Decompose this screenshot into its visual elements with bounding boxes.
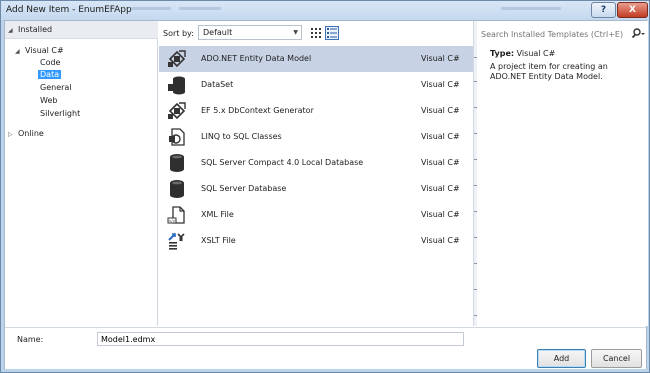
close-button[interactable]: X [617, 2, 648, 18]
tree-item-label: Visual C# [25, 46, 64, 55]
splitter-grip [474, 107, 477, 108]
details-pane: Type: Visual C# A project item for creat… [478, 21, 648, 326]
dbcontext-generator-icon [168, 102, 186, 120]
list-view-icon [327, 28, 337, 38]
splitter-grip [474, 57, 477, 58]
list-view-button[interactable] [325, 26, 339, 40]
help-button[interactable]: ? [591, 2, 616, 18]
tree-item-label: Web [40, 96, 58, 105]
tree-item-label: Online [18, 129, 44, 138]
tree-item-code[interactable]: Code [40, 57, 60, 69]
tree-item-visual-csharp[interactable]: ◢ Visual C# [15, 45, 64, 57]
splitter-grip [474, 289, 477, 290]
tree-header[interactable]: ◢ Installed [5, 21, 158, 39]
template-name: LINQ to SQL Classes [201, 132, 282, 141]
tree-item-online[interactable]: ▷ Online [8, 128, 44, 140]
type-value: Visual C# [516, 49, 556, 58]
template-item-sql-server-database[interactable]: SQL Server Database Visual C# [159, 176, 473, 202]
title-bar-ghost-text [501, 7, 561, 10]
database-icon [170, 180, 184, 198]
dataset-icon [168, 76, 185, 95]
splitter-grip [474, 81, 477, 82]
template-item-xml-file[interactable]: </> XML File Visual C# [159, 202, 473, 228]
tree-item-label: Code [40, 58, 61, 67]
template-language: Visual C# [421, 210, 460, 219]
splitter-grip [474, 263, 477, 264]
template-type: Type: Visual C# [490, 49, 555, 58]
splitter-grip [474, 159, 477, 160]
tree-header-label: Installed [18, 25, 53, 34]
name-row: Name: [5, 327, 646, 349]
tree-item-web[interactable]: Web [40, 95, 57, 107]
title-bar: Add New Item - EnumEFApp ? X [1, 1, 649, 20]
template-item-xslt-file[interactable]: XSLT File Visual C# [159, 228, 473, 254]
template-name: SQL Server Compact 4.0 Local Database [201, 158, 364, 167]
sort-by-value: Default [203, 28, 233, 37]
template-item-dataset[interactable]: DataSet Visual C# [159, 72, 473, 98]
splitter-grip [474, 237, 477, 238]
splitter-grip [474, 211, 477, 212]
small-icons-view-button[interactable] [309, 26, 323, 40]
add-button[interactable]: Add [537, 349, 586, 368]
splitter-grip [474, 133, 477, 134]
tree-item-silverlight[interactable]: Silverlight [40, 108, 80, 120]
template-item-ado-net-entity-data-model[interactable]: ADO.NET Entity Data Model Visual C# [159, 46, 473, 72]
template-name: SQL Server Database [201, 184, 287, 193]
cancel-button[interactable]: Cancel [591, 349, 642, 368]
linq-sql-icon [169, 128, 185, 146]
name-input[interactable] [97, 332, 464, 346]
chevron-down-icon: ▼ [293, 29, 298, 36]
database-icon [170, 154, 184, 172]
template-search-input[interactable] [481, 27, 631, 41]
sort-by-dropdown[interactable]: Default ▼ [198, 25, 302, 40]
tree-item-data[interactable]: Data [38, 69, 62, 81]
title-bar-ghost-text [179, 7, 221, 10]
template-search-box [481, 27, 645, 41]
template-toolbar: Sort by: Default ▼ [159, 21, 473, 46]
template-name: EF 5.x DbContext Generator [201, 106, 314, 115]
splitter-grip [474, 315, 477, 316]
template-name: XSLT File [201, 236, 236, 245]
template-name: DataSet [201, 80, 234, 89]
splitter-bar[interactable] [473, 21, 477, 326]
template-language: Visual C# [421, 184, 460, 193]
splitter-grip [474, 185, 477, 186]
xml-file-icon: </> [167, 206, 185, 224]
search-icon[interactable] [631, 27, 645, 41]
collapsed-arrow-icon: ▷ [8, 131, 13, 138]
entity-model-icon [168, 50, 186, 68]
tree-item-label: Silverlight [40, 109, 81, 118]
template-name: ADO.NET Entity Data Model [201, 54, 312, 63]
template-item-ef-dbcontext-generator[interactable]: EF 5.x DbContext Generator Visual C# [159, 98, 473, 124]
xslt-file-icon [168, 233, 185, 250]
svg-text:</>: </> [168, 219, 175, 223]
title-bar-ghost-text [131, 7, 171, 10]
template-language: Visual C# [421, 236, 460, 245]
template-language: Visual C# [421, 54, 460, 63]
tree-item-label: General [40, 83, 72, 92]
template-language: Visual C# [421, 158, 460, 167]
template-item-linq-to-sql-classes[interactable]: LINQ to SQL Classes Visual C# [159, 124, 473, 150]
template-name: XML File [201, 210, 234, 219]
type-label: Type: [490, 49, 515, 58]
template-language: Visual C# [421, 106, 460, 115]
tree-item-label: Data [38, 70, 62, 79]
tree-item-general[interactable]: General [40, 82, 72, 94]
expanded-arrow-icon: ◢ [15, 48, 20, 55]
template-language: Visual C# [421, 132, 460, 141]
add-new-item-dialog: Add New Item - EnumEFApp ? X ◢ Installed … [0, 0, 650, 373]
category-tree: ◢ Installed ◢ Visual C# Code Data General … [5, 21, 158, 326]
small-icons-view-icon [311, 28, 321, 38]
template-description: A project item for creating an ADO.NET E… [490, 62, 608, 81]
name-label: Name: [17, 335, 44, 344]
template-language: Visual C# [421, 80, 460, 89]
window-title: Add New Item - EnumEFApp [6, 5, 132, 15]
dialog-body: ◢ Installed ◢ Visual C# Code Data General … [4, 20, 648, 369]
sort-by-label: Sort by: [163, 29, 194, 38]
expanded-arrow-icon: ◢ [8, 27, 13, 34]
template-item-sql-server-compact-local-database[interactable]: SQL Server Compact 4.0 Local Database Vi… [159, 150, 473, 176]
template-list: ADO.NET Entity Data Model Visual C# Data… [159, 46, 473, 326]
